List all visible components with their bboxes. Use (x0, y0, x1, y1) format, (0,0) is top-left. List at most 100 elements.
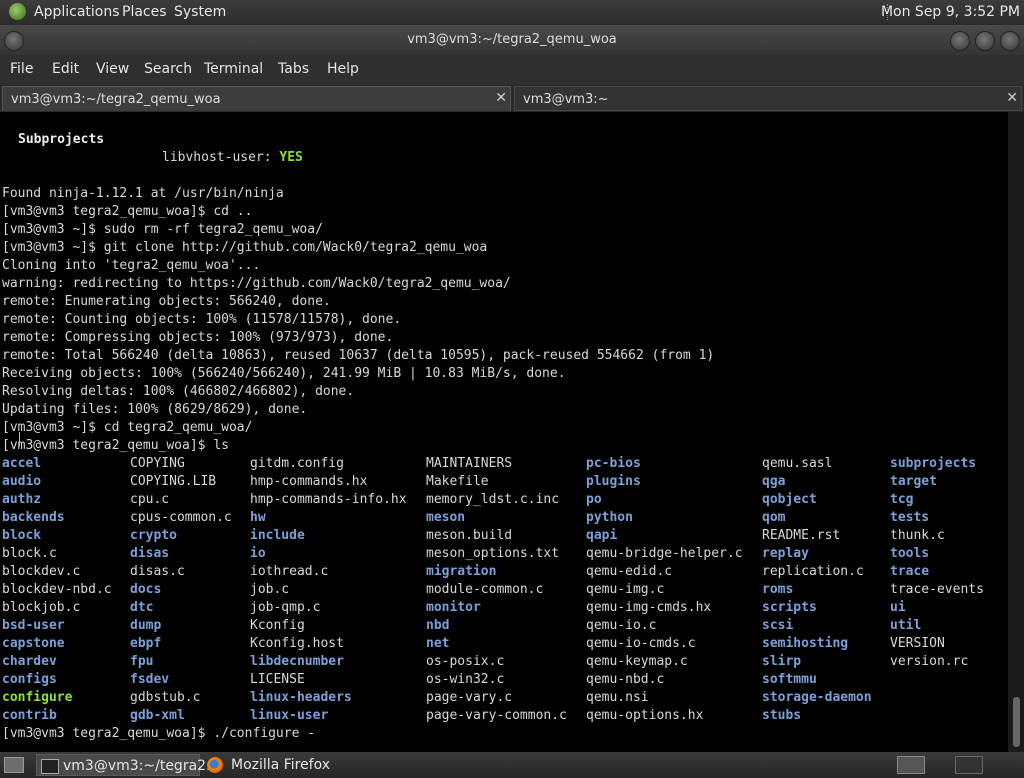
top-panel: Applications Places System Mon Sep 9, 3:… (0, 0, 1024, 25)
window-titlebar[interactable]: vm3@vm3:~/tegra2_qemu_woa (0, 25, 1024, 55)
minimize-icon[interactable] (950, 31, 970, 51)
ls-file-entry: blockdev-nbd.c (2, 582, 112, 597)
ls-directory-entry: tests (890, 510, 930, 525)
menu-edit[interactable]: Edit (52, 61, 79, 77)
ls-directory-entry: fpu (130, 654, 154, 669)
menu-tabs[interactable]: Tabs (278, 61, 309, 77)
ls-file-entry: Kconfig.host (250, 636, 344, 651)
ls-directory-entry: semihosting (762, 636, 849, 651)
menu-terminal[interactable]: Terminal (204, 61, 263, 77)
ls-file-entry: job.c (250, 582, 290, 597)
ls-directory-entry: net (426, 636, 450, 651)
ls-directory-entry: capstone (2, 636, 65, 651)
ls-directory-entry: crypto (130, 528, 177, 543)
terminal-output[interactable]: Subprojects libvhost-user: YES Found nin… (0, 112, 1008, 752)
tab-label: vm3@vm3:~ (523, 92, 609, 107)
ls-file-entry: cpus-common.c (130, 510, 232, 525)
ls-directory-entry: linux-headers (250, 690, 352, 705)
terminal-line: [vm3@vm3 ~]$ sudo rm -rf tegra2_qemu_woa… (2, 222, 323, 237)
workspace-1[interactable] (897, 756, 925, 774)
menu-file[interactable]: File (10, 61, 33, 77)
libvhost-value: YES (279, 150, 303, 165)
close-tab-icon[interactable]: ✕ (495, 90, 507, 106)
ls-directory-entry: audio (2, 474, 42, 489)
ls-file-entry: hmp-commands-info.hx (250, 492, 407, 507)
ls-directory-entry: subprojects (890, 456, 977, 471)
tab-bar: vm3@vm3:~/tegra2_qemu_woa ✕ vm3@vm3:~ ✕ (0, 85, 1024, 112)
terminal-line: warning: redirecting to https://github.c… (2, 276, 511, 291)
task-firefox[interactable]: Mozilla Firefox (203, 754, 353, 776)
ls-directory-entry: replay (762, 546, 809, 561)
close-icon[interactable] (1000, 31, 1020, 51)
ls-file-entry: qemu-bridge-helper.c (586, 546, 743, 561)
menu-help[interactable]: Help (327, 61, 359, 77)
ls-directory-entry: dtc (130, 600, 154, 615)
prompt-line: [vm3@vm3 tegra2_qemu_woa]$ ./configure - (2, 726, 316, 741)
ls-directory-entry: slirp (762, 654, 802, 669)
menu-search[interactable]: Search (144, 61, 192, 77)
terminal-scrollbar[interactable] (1008, 112, 1024, 752)
ls-directory-entry: libdecnumber (250, 654, 344, 669)
ls-directory-entry: contrib (2, 708, 57, 723)
ls-directory-entry: scripts (762, 600, 817, 615)
close-tab-icon[interactable]: ✕ (1006, 90, 1018, 106)
ls-file-entry: configure (2, 690, 73, 705)
ls-file-entry: memory_ldst.c.inc (426, 492, 560, 507)
workspace-2[interactable] (955, 756, 983, 774)
ls-directory-entry: roms (762, 582, 794, 597)
ls-file-entry: Makefile (426, 474, 489, 489)
maximize-icon[interactable] (975, 31, 995, 51)
ls-directory-entry: backends (2, 510, 65, 525)
ls-file-entry: thunk.c (890, 528, 945, 543)
terminal-line: remote: Counting objects: 100% (11578/11… (2, 312, 402, 327)
window-title: vm3@vm3:~/tegra2_qemu_woa (407, 32, 617, 47)
ls-directory-entry: monitor (426, 600, 481, 615)
ls-directory-entry: tools (890, 546, 930, 561)
ls-file-entry: README.rst (762, 528, 841, 543)
tab-tegra2-qemu-woa[interactable]: vm3@vm3:~/tegra2_qemu_woa ✕ (2, 86, 511, 111)
ls-file-entry: gdbstub.c (130, 690, 201, 705)
ls-file-entry: qemu-io-cmds.c (586, 636, 696, 651)
scrollbar-thumb[interactable] (1013, 697, 1020, 747)
ls-file-entry: trace-events (890, 582, 984, 597)
menu-view[interactable]: View (96, 61, 129, 77)
clock[interactable]: Mon Sep 9, 3:52 PM (881, 4, 1020, 20)
terminal-line: [vm3@vm3 ~]$ cd tegra2_qemu_woa/ (2, 420, 253, 435)
libvhost-line: libvhost-user: YES (162, 149, 303, 167)
terminal-line: Receiving objects: 100% (566240/566240),… (2, 366, 566, 381)
ls-directory-entry: softmmu (762, 672, 817, 687)
terminal-line: [vm3@vm3 tegra2_qemu_woa]$ cd .. (2, 204, 253, 219)
ls-directory-entry: qom (762, 510, 786, 525)
applications-menu[interactable]: Applications (34, 4, 120, 20)
ls-directory-entry: ebpf (130, 636, 162, 651)
ls-directory-entry: tcg (890, 492, 914, 507)
libvhost-label: libvhost-user: (162, 150, 280, 165)
ls-file-entry: os-posix.c (426, 654, 505, 669)
ls-directory-entry: python (586, 510, 633, 525)
ls-file-entry: replication.c (762, 564, 864, 579)
terminal-line: Resolving deltas: 100% (466802/466802), … (2, 384, 355, 399)
ls-file-entry: hmp-commands.hx (250, 474, 368, 489)
ls-directory-entry: ui (890, 600, 906, 615)
ls-directory-entry: bsd-user (2, 618, 65, 633)
ls-directory-entry: pc-bios (586, 456, 641, 471)
ls-file-entry: COPYING.LIB (130, 474, 217, 489)
tab-home[interactable]: vm3@vm3:~ ✕ (514, 86, 1022, 111)
ls-file-entry: blockjob.c (2, 600, 81, 615)
ls-file-entry: cpu.c (130, 492, 170, 507)
ls-directory-entry: accel (2, 456, 42, 471)
ls-file-entry: Kconfig (250, 618, 305, 633)
show-desktop-icon[interactable] (4, 757, 24, 773)
system-menu[interactable]: System (174, 4, 226, 20)
gnome-foot-icon[interactable] (9, 3, 26, 20)
places-menu[interactable]: Places (122, 4, 167, 20)
ls-directory-entry: configs (2, 672, 57, 687)
ls-file-entry: block.c (2, 546, 57, 561)
ls-file-entry: module-common.c (426, 582, 544, 597)
ls-directory-entry: trace (890, 564, 930, 579)
task-terminal[interactable]: vm3@vm3:~/tegra2... (36, 754, 219, 776)
ls-file-entry: qemu-io.c (586, 618, 657, 633)
ls-directory-entry: hw (250, 510, 266, 525)
ls-file-entry: blockdev.c (2, 564, 81, 579)
bottom-taskbar: vm3@vm3:~/tegra2... Mozilla Firefox (0, 752, 1024, 778)
